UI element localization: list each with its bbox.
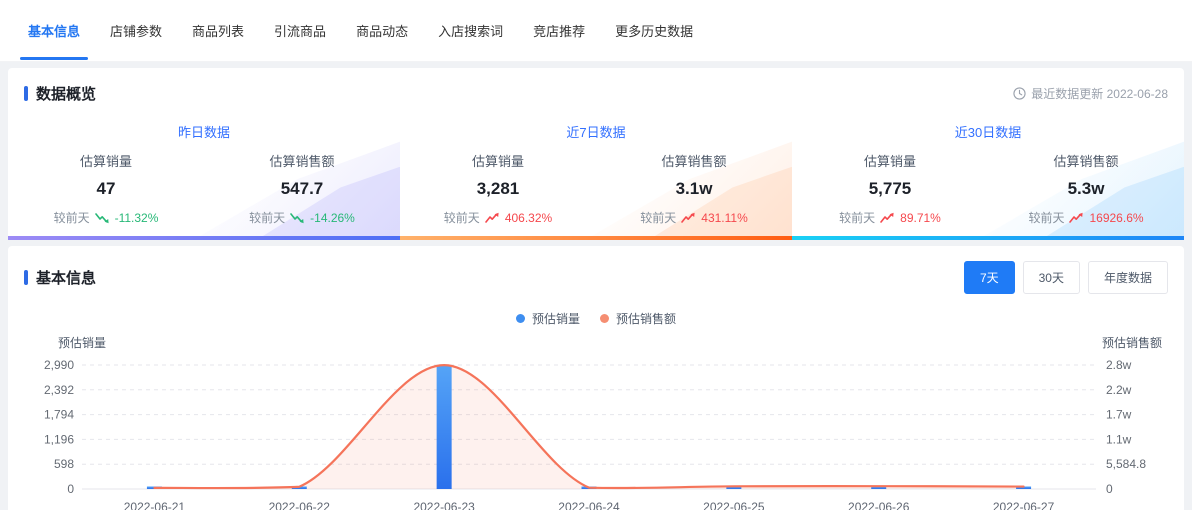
svg-text:0: 0	[67, 482, 74, 496]
svg-text:2,990: 2,990	[44, 358, 74, 372]
metric-change-pct: -14.26%	[310, 210, 355, 225]
group-accent-bar	[8, 236, 400, 240]
metric-sales-amount: 估算销售额 3.1w 较前天 431.11%	[596, 151, 792, 226]
basic-info-card: 基本信息 7天 30天 年度数据 预估销量 预估销售额 预估销量 预估销售额 0 0 59…	[8, 246, 1184, 510]
svg-text:598: 598	[54, 457, 74, 471]
trend-down-icon	[290, 212, 305, 224]
svg-text:2.8w: 2.8w	[1106, 358, 1132, 372]
legend-dot	[600, 314, 609, 323]
metric-change-pct: 89.71%	[900, 210, 941, 225]
svg-text:1.1w: 1.1w	[1106, 432, 1132, 446]
svg-text:2022-06-22: 2022-06-22	[269, 500, 331, 510]
overview-card: 数据概览 最近数据更新 2022-06-28 昨日数据 估算销量 47 较前天 …	[8, 68, 1184, 240]
metric-label: 估算销售额	[661, 154, 727, 169]
metric-label: 估算销量	[863, 154, 916, 169]
metric-sales-amount: 估算销售额 5.3w 较前天 16926.6%	[988, 151, 1184, 226]
metric-sales-volume: 估算销量 47 较前天 -11.32%	[8, 151, 204, 226]
trend-up-icon	[1069, 212, 1084, 224]
tab-store-search-terms[interactable]: 入店搜索词	[438, 0, 503, 62]
metric-value: 3,281	[476, 179, 520, 198]
overview-title: 数据概览	[36, 86, 97, 103]
svg-text:2022-06-23: 2022-06-23	[413, 500, 475, 510]
svg-text:2022-06-21: 2022-06-21	[124, 500, 186, 510]
metric-label: 估算销量	[471, 154, 524, 169]
group-accent-bar	[792, 236, 1184, 240]
svg-text:2022-06-24: 2022-06-24	[558, 500, 620, 510]
tab-product-list[interactable]: 商品列表	[192, 0, 244, 62]
metric-value: 47	[96, 179, 116, 198]
basic-info-title: 基本信息	[36, 270, 97, 287]
metric-compare: 较前天 -11.32%	[53, 210, 159, 226]
metric-label: 估算销售额	[1053, 154, 1119, 169]
top-tab-bar: 基本信息 店铺参数 商品列表 引流商品 商品动态 入店搜索词 竞店推荐 更多历史…	[0, 0, 1192, 62]
trend-down-icon	[94, 212, 110, 224]
trend-up-icon	[485, 212, 500, 224]
chart-legend: 预估销量 预估销售额	[8, 310, 1184, 327]
metric-value: 3.1w	[675, 179, 713, 198]
trend-up-icon	[880, 212, 895, 224]
group-title: 近30日数据	[954, 125, 1022, 140]
metric-change-pct: 406.32%	[504, 210, 553, 225]
svg-text:预估销售额: 预估销售额	[1102, 335, 1162, 350]
tab-basic-info[interactable]: 基本信息	[19, 0, 89, 62]
group-title: 昨日数据	[177, 125, 230, 140]
overview-group-1: 近7日数据 估算销量 3,281 较前天 406.32% 估算销售额 3.1w …	[400, 114, 792, 240]
section-marker	[24, 86, 28, 101]
metric-value: 547.7	[280, 179, 324, 198]
group-title: 近7日数据	[566, 125, 626, 140]
metric-change-pct: -11.32%	[114, 210, 159, 225]
svg-text:1,196: 1,196	[44, 432, 74, 446]
svg-text:1.7w: 1.7w	[1106, 408, 1132, 422]
range-button-7d[interactable]: 7天	[963, 261, 1015, 294]
tab-more-history[interactable]: 更多历史数据	[615, 0, 693, 62]
overview-group-2: 近30日数据 估算销量 5,775 较前天 89.71% 估算销售额 5.3w …	[792, 114, 1184, 240]
last-update-time: 最近数据更新 2022-06-28	[1013, 85, 1168, 102]
metric-value: 5,775	[868, 179, 912, 198]
section-marker	[24, 270, 28, 285]
metric-label: 估算销量	[79, 154, 132, 169]
group-accent-bar	[400, 236, 792, 240]
tab-shop-params[interactable]: 店铺参数	[110, 0, 162, 62]
legend-item-sales-volume[interactable]: 预估销量	[515, 310, 580, 327]
svg-text:1,794: 1,794	[44, 408, 74, 422]
tab-product-activity[interactable]: 商品动态	[356, 0, 408, 62]
trend-up-icon	[681, 212, 696, 224]
metric-sales-amount: 估算销售额 547.7 较前天 -14.26%	[204, 151, 400, 226]
metric-compare: 较前天 -14.26%	[249, 210, 355, 226]
metric-change-pct: 431.11%	[701, 210, 748, 225]
svg-text:预估销量: 预估销量	[58, 336, 106, 350]
metric-compare: 较前天 89.71%	[839, 210, 941, 226]
metric-compare: 较前天 406.32%	[443, 210, 553, 226]
metric-compare: 较前天 16926.6%	[1028, 210, 1144, 226]
svg-text:2022-06-26: 2022-06-26	[848, 500, 910, 510]
svg-text:5,584.8: 5,584.8	[1106, 457, 1146, 471]
svg-text:2022-06-25: 2022-06-25	[703, 500, 765, 510]
tab-competitor-recommend[interactable]: 竞店推荐	[533, 0, 585, 62]
legend-dot	[515, 314, 525, 323]
metric-sales-volume: 估算销量 5,775 较前天 89.71%	[792, 151, 988, 226]
range-button-year[interactable]: 年度数据	[1087, 261, 1168, 294]
metric-value: 5.3w	[1067, 179, 1105, 198]
svg-text:2022-06-27: 2022-06-27	[993, 500, 1055, 510]
overview-groups: 昨日数据 估算销量 47 较前天 -11.32% 估算销售额 547.7 较前天…	[8, 114, 1184, 240]
sales-chart: 预估销量 预估销售额 0 0 598 5,584.8 1,196 1.1w 1,794 1.7w 2…	[8, 327, 1184, 510]
chart-canvas: 预估销量 预估销售额 0 0 598 5,584.8 1,196 1.1w 1,794 1.7w 2…	[44, 335, 1162, 510]
svg-text:2.2w: 2.2w	[1106, 383, 1132, 397]
metric-compare: 较前天 431.11%	[640, 210, 748, 226]
clock-icon	[1013, 87, 1026, 100]
metric-label: 估算销售额	[269, 154, 335, 169]
range-button-30d[interactable]: 30天	[1022, 261, 1080, 294]
metric-sales-volume: 估算销量 3,281 较前天 406.32%	[400, 151, 596, 226]
range-button-group: 7天 30天 年度数据	[963, 261, 1168, 294]
tab-traffic-products[interactable]: 引流商品	[274, 0, 326, 62]
svg-text:2,392: 2,392	[44, 383, 74, 397]
legend-item-sales-amount[interactable]: 预估销售额	[600, 310, 676, 327]
svg-text:0: 0	[1106, 482, 1113, 496]
overview-group-0: 昨日数据 估算销量 47 较前天 -11.32% 估算销售额 547.7 较前天…	[8, 114, 400, 240]
metric-change-pct: 16926.6%	[1089, 210, 1144, 225]
